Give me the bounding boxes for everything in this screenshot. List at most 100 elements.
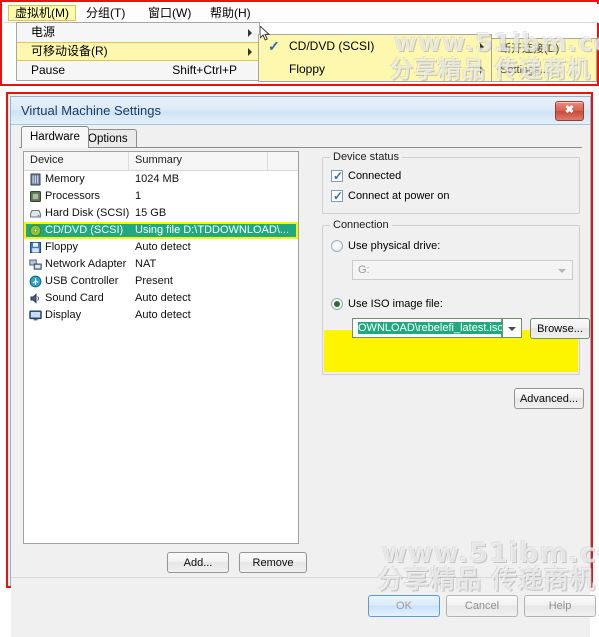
- cancel-button[interactable]: Cancel: [446, 595, 518, 617]
- chevron-down-icon: [558, 269, 566, 273]
- menubar: 虚拟机(M) 分组(T) 窗口(W) 帮助(H): [4, 4, 599, 23]
- device-summary: NAT: [135, 258, 157, 270]
- dropdown-menu-cddvd-actions: 断开连接(D) Settings...: [491, 38, 597, 82]
- table-row[interactable]: Display Auto detect: [24, 307, 298, 324]
- ok-button[interactable]: OK: [368, 595, 440, 617]
- device-list[interactable]: Device Summary Memory 1024 MB Processors…: [23, 151, 299, 544]
- iso-path-input[interactable]: OWNLOAD\rebelefi_latest.iso: [352, 318, 504, 338]
- table-row[interactable]: Sound Card Auto detect: [24, 290, 298, 307]
- menu-item-floppy[interactable]: Floppy: [259, 58, 491, 81]
- device-summary: Using file D:\TDDOWNLOAD\...: [135, 224, 290, 236]
- dialog-button-bar: OK Cancel Help: [11, 577, 596, 637]
- chevron-down-icon: [508, 327, 516, 331]
- column-separator[interactable]: [128, 152, 129, 170]
- table-row[interactable]: Processors 1: [24, 188, 298, 205]
- dialog-inner: Virtual Machine Settings ✖ Hardware Opti…: [10, 96, 596, 637]
- memory-icon: [30, 173, 41, 186]
- device-summary: Present: [135, 275, 173, 287]
- chevron-right-icon: [480, 42, 484, 51]
- device-name: Network Adapter: [45, 258, 127, 270]
- menu-item-removable-devices[interactable]: 可移动设备(R): [17, 42, 259, 61]
- check-icon: ✓: [333, 169, 344, 183]
- usb-icon: [29, 275, 42, 288]
- close-icon: ✖: [564, 104, 575, 116]
- device-summary: Auto detect: [135, 241, 191, 253]
- menu-item-disconnect[interactable]: 断开连接(D): [492, 39, 596, 60]
- close-button[interactable]: ✖: [555, 101, 584, 121]
- menubar-item-help[interactable]: 帮助(H): [204, 5, 257, 21]
- menubar-item-vm[interactable]: 虚拟机(M): [8, 5, 76, 21]
- menubar-item-group[interactable]: 分组(T): [80, 5, 131, 21]
- sound-icon: [30, 293, 39, 304]
- checkbox-connected[interactable]: ✓: [331, 169, 344, 183]
- menu-item-pause[interactable]: Pause Shift+Ctrl+P: [17, 61, 259, 80]
- table-row[interactable]: Network Adapter NAT: [24, 256, 298, 273]
- device-summary: 15 GB: [135, 207, 167, 219]
- browse-button[interactable]: Browse...: [530, 318, 590, 339]
- use-iso-image-file-label: Use ISO image file:: [348, 298, 443, 310]
- device-name: Memory: [45, 173, 85, 185]
- dropdown-menu-removable-devices: ✓ CD/DVD (SCSI) Floppy: [258, 34, 492, 82]
- radio-use-physical-drive[interactable]: [331, 240, 343, 252]
- connection-group-label: Connection: [330, 219, 392, 231]
- iso-path-dropdown-button[interactable]: [502, 318, 522, 338]
- column-separator[interactable]: [267, 152, 268, 170]
- device-name: Hard Disk (SCSI): [45, 207, 130, 219]
- column-header-summary[interactable]: Summary: [135, 154, 182, 166]
- device-status-group-label: Device status: [330, 151, 403, 163]
- device-status-group: Device status ✓ Connected ✓ Connect at p…: [322, 151, 580, 214]
- menu-item-power[interactable]: 电源: [17, 23, 259, 42]
- processor-icon: [30, 191, 41, 202]
- device-summary: Auto detect: [135, 309, 191, 321]
- menu-item-pause-accelerator: Shift+Ctrl+P: [172, 63, 237, 77]
- table-row[interactable]: Memory 1024 MB: [24, 171, 298, 188]
- device-summary: Auto detect: [135, 292, 191, 304]
- virtual-machine-settings-window: Virtual Machine Settings ✖ Hardware Opti…: [6, 92, 596, 637]
- menu-item-floppy-label: Floppy: [289, 62, 326, 76]
- menu-item-pause-label: Pause: [31, 63, 66, 77]
- device-name: Display: [45, 309, 82, 321]
- menubar-item-window[interactable]: 窗口(W): [142, 5, 197, 21]
- device-summary: 1: [135, 190, 142, 202]
- display-icon: [29, 310, 42, 321]
- chevron-right-icon: [248, 47, 252, 56]
- physical-drive-value: G:: [358, 264, 370, 276]
- radio-use-iso-image-file[interactable]: [331, 298, 343, 310]
- device-name: Sound Card: [45, 292, 104, 304]
- table-row[interactable]: Hard Disk (SCSI) 15 GB: [24, 205, 298, 222]
- menu-region: 虚拟机(M) 分组(T) 窗口(W) 帮助(H) 电源 可移动设备(R) Pau…: [0, 0, 599, 86]
- device-list-header: Device Summary: [24, 152, 298, 171]
- menu-item-power-label: 电源: [31, 25, 56, 39]
- network-icon: [29, 259, 42, 270]
- connect-at-power-on-label: Connect at power on: [348, 190, 450, 202]
- connection-group: Connection Use physical drive: G: Use IS…: [322, 219, 590, 375]
- chevron-right-icon: [248, 28, 252, 37]
- floppy-icon: [30, 242, 41, 253]
- check-icon: ✓: [333, 189, 344, 203]
- help-button[interactable]: Help: [524, 595, 596, 617]
- dialog-body: Device Summary Memory 1024 MB Processors…: [11, 148, 596, 637]
- add-button[interactable]: Add...: [167, 552, 229, 573]
- connected-label: Connected: [348, 170, 402, 182]
- tabstrip: Hardware Options: [11, 125, 590, 148]
- menu-item-cddvd-label: CD/DVD (SCSI): [289, 39, 375, 53]
- harddisk-icon: [30, 210, 41, 218]
- menu-item-settings[interactable]: Settings...: [492, 60, 596, 81]
- device-summary: 1024 MB: [135, 173, 180, 185]
- remove-button[interactable]: Remove: [239, 552, 307, 573]
- device-name: Floppy: [45, 241, 79, 253]
- advanced-button[interactable]: Advanced...: [514, 388, 584, 409]
- chevron-right-icon: [480, 65, 484, 74]
- device-name: CD/DVD (SCSI): [45, 224, 124, 236]
- tab-hardware[interactable]: Hardware: [21, 126, 89, 148]
- mouse-cursor-icon: [260, 26, 271, 41]
- physical-drive-select[interactable]: G:: [352, 260, 573, 280]
- dialog-titlebar: Virtual Machine Settings ✖: [11, 97, 590, 125]
- column-header-device[interactable]: Device: [30, 154, 64, 166]
- table-row-selected[interactable]: CD/DVD (SCSI) Using file D:\TDDOWNLOAD\.…: [24, 222, 298, 239]
- table-row[interactable]: USB Controller Present: [24, 273, 298, 290]
- device-name: Processors: [45, 190, 101, 202]
- table-row[interactable]: Floppy Auto detect: [24, 239, 298, 256]
- menu-item-cddvd[interactable]: ✓ CD/DVD (SCSI): [259, 35, 491, 58]
- checkbox-connect-at-power-on[interactable]: ✓: [331, 189, 344, 203]
